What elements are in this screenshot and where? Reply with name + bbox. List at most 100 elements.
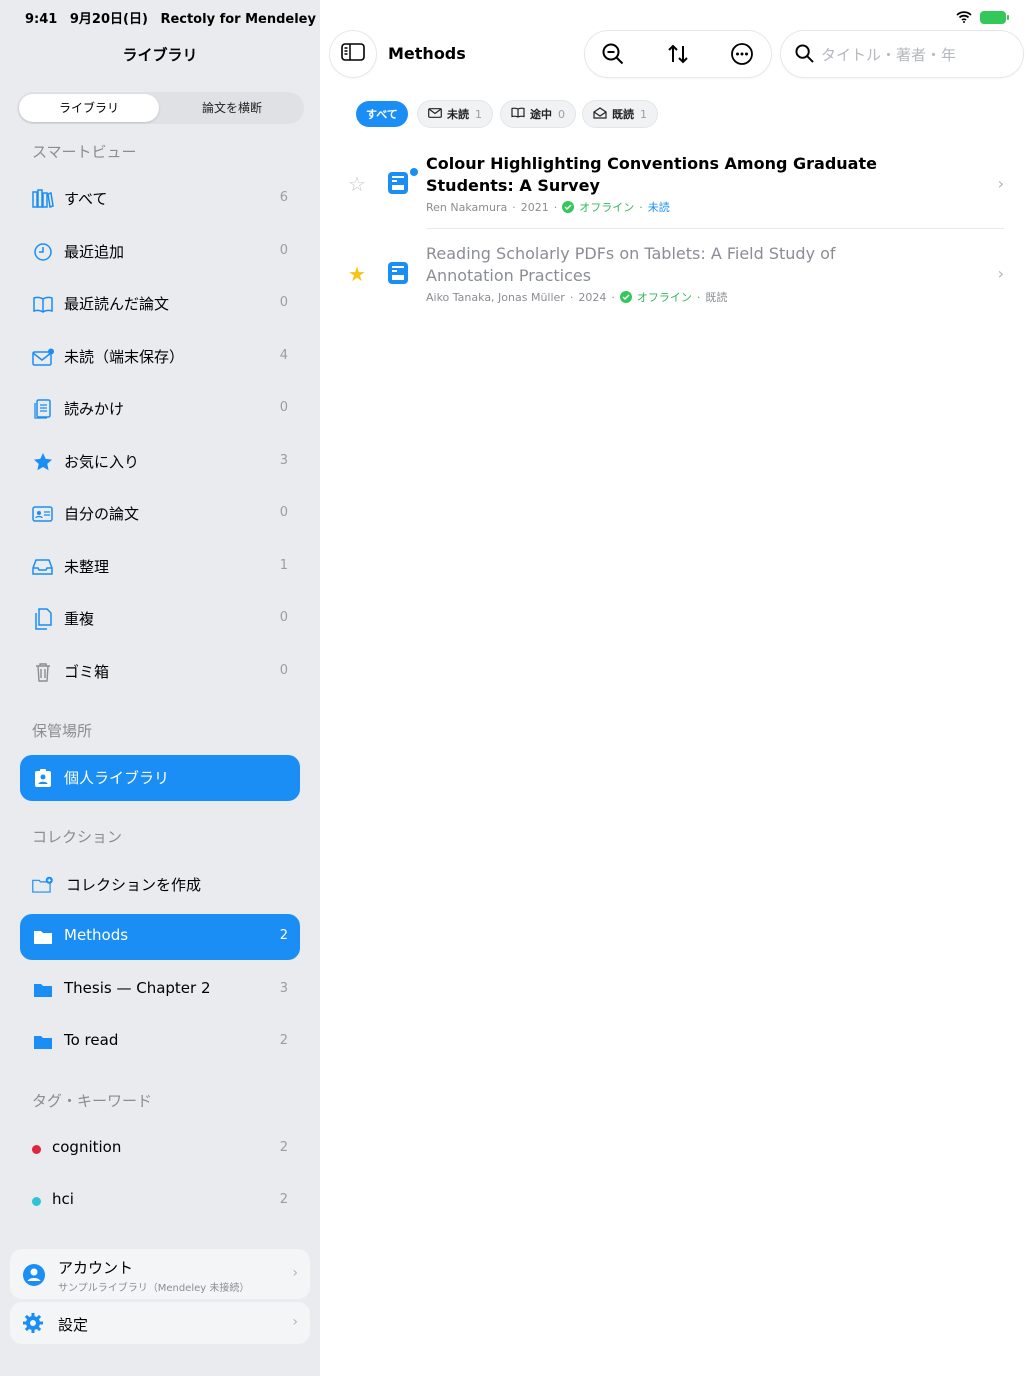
toolbar-group [585,31,771,77]
sidebar-item-label: お気に入り [64,453,140,471]
sidebar-item-count: 4 [279,348,288,363]
sidebar-toggle-icon [341,42,365,66]
wifi-icon [956,8,972,27]
envelope-badge-icon [32,346,54,368]
segment-cross-papers[interactable]: 論文を横断 [162,94,302,122]
create-collection-label: コレクションを作成 [66,876,202,894]
pdf-document-icon [388,172,408,194]
sidebar-item-label: 読みかけ [64,400,125,418]
tag-count: 2 [279,1140,288,1155]
sidebar-item-trash[interactable]: ゴミ箱 0 [20,649,300,695]
favorite-star-outline-icon[interactable]: ☆ [348,172,366,196]
tag-label: cognition [52,1138,122,1156]
account-title: アカウント [58,1259,134,1277]
paper-year: 2024 [578,290,607,304]
main-content: Methods タイトル・著者・年 すべて 未読 1 途中 0 既読 1 ☆ C… [320,0,1032,1376]
smart-view-header: スマートビュー [32,143,137,161]
filter-chip-read[interactable]: 既読 1 [583,101,657,127]
sidebar-item-label: 未読（端末保存） [64,348,185,366]
collection-count: 3 [279,981,288,996]
chevron-right-icon: › [997,264,1004,283]
filter-chip-all[interactable]: すべて [356,101,408,127]
sidebar-item-unread[interactable]: 未読（端末保存） 4 [20,334,300,380]
row-divider [426,228,1004,229]
filter-chip-unread[interactable]: 未読 1 [418,101,492,127]
sidebar-item-count: 6 [279,190,288,205]
chevron-right-icon: › [292,1265,298,1281]
trash-icon [32,661,54,683]
sidebar-item-recently-read[interactable]: 最近読んだ論文 0 [20,281,300,327]
id-card-icon [32,503,54,525]
sidebar-item-label: 最近読んだ論文 [64,295,170,313]
sidebar-item-count: 3 [279,453,288,468]
sidebar-item-count: 1 [279,558,288,573]
favorite-star-filled-icon[interactable]: ★ [348,262,366,286]
sidebar-item-unfiled[interactable]: 未整理 1 [20,544,300,590]
more-options-button[interactable] [729,41,755,67]
sidebar-item-favorites[interactable]: お気に入り 3 [20,439,300,485]
search-placeholder: タイトル・著者・年 [821,46,957,64]
collection-item-methods[interactable]: Methods 2 [20,914,300,960]
status-bar-right [956,8,1009,27]
paper-row[interactable]: ☆ Colour Highlighting Conventions Among … [340,150,1004,222]
sidebar-item-my-papers[interactable]: 自分の論文 0 [20,491,300,537]
envelope-open-icon [593,106,607,122]
settings-title: 設定 [58,1316,89,1334]
library-segmented-control: ライブラリ 論文を横断 [17,92,304,124]
collection-label: To read [64,1031,119,1049]
pdf-document-icon [388,262,408,284]
sidebar-item-personal-library[interactable]: 個人ライブラリ [20,755,300,801]
paper-authors: Aiko Tanaka, Jonas Müller [426,290,565,304]
checkmark-circle-icon [562,201,575,213]
paper-year: 2021 [520,200,549,214]
folder-icon [32,1031,54,1053]
chip-label: 既読 [612,108,634,121]
sidebar-item-count: 0 [279,505,288,520]
collection-count: 2 [279,928,288,943]
tag-item-hci[interactable]: hci 2 [20,1178,300,1224]
toggle-sidebar-button[interactable] [330,31,376,77]
unread-indicator [410,168,418,176]
sidebar-item-label: 未整理 [64,558,110,576]
account-button[interactable]: アカウント サンプルライブラリ（Mendeley 未接続） › [10,1249,310,1299]
sidebar-item-label: 最近追加 [64,243,125,261]
sidebar-item-count: 0 [279,243,288,258]
sidebar-item-count: 0 [279,663,288,678]
paper-authors: Ren Nakamura [426,200,508,214]
tag-item-cognition[interactable]: cognition 2 [20,1126,300,1172]
chip-count: 1 [640,107,647,121]
star-icon [32,451,54,473]
collection-item-to-read[interactable]: To read 2 [20,1019,300,1065]
collection-label: Thesis — Chapter 2 [64,979,211,997]
sidebar-item-recently-added[interactable]: 最近追加 0 [20,229,300,275]
sidebar-item-count: 0 [279,610,288,625]
paper-row[interactable]: ★ Reading Scholarly PDFs on Tablets: A F… [340,240,1004,312]
settings-button[interactable]: 設定 › [10,1302,310,1344]
segment-library[interactable]: ライブラリ [19,94,159,122]
offline-status: オフライン [636,291,692,304]
read-status: 未読 [647,201,670,214]
sidebar-item-all[interactable]: すべて 6 [20,176,300,222]
filter-chip-in-progress[interactable]: 途中 0 [501,101,575,127]
envelope-icon [428,107,442,121]
sort-button[interactable] [665,41,691,67]
search-field[interactable]: タイトル・著者・年 [781,31,1023,77]
zoom-out-button[interactable] [600,41,626,67]
folder-icon [32,979,54,1001]
chip-count: 1 [475,107,482,121]
read-status: 既読 [705,291,728,304]
document-icon [32,398,54,420]
create-collection-button[interactable]: コレクションを作成 [20,862,300,908]
tag-color-dot [28,1138,44,1160]
sidebar-item-in-progress[interactable]: 読みかけ 0 [20,386,300,432]
sidebar: 9:41 9月20日(日) Rectoly for Mendeley ライブラリ… [0,0,320,1376]
clock-icon [32,241,54,263]
collection-label: Methods [64,926,129,944]
books-icon [32,188,54,210]
paper-title: Colour Highlighting Conventions Among Gr… [426,154,877,195]
collection-item-thesis[interactable]: Thesis — Chapter 2 3 [20,967,300,1013]
status-time: 9:41 [25,12,58,27]
person-circle-icon [22,1263,46,1291]
sidebar-item-duplicates[interactable]: 重複 0 [20,596,300,642]
chip-count: 0 [558,107,565,121]
